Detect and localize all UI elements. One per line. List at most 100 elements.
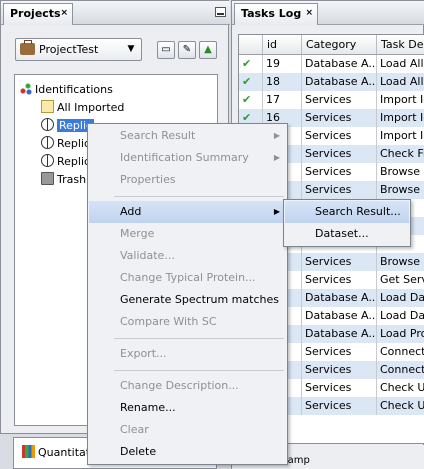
- tab-tasks-log[interactable]: Tasks Log ×: [234, 3, 318, 25]
- chevron-right-icon: ▶: [273, 131, 280, 140]
- menu-item-label: Identification Summary: [120, 151, 249, 164]
- menu-item-label: Properties: [120, 173, 176, 186]
- menu-item-identification-summary[interactable]: Identification Summary ▶: [89, 147, 286, 169]
- menu-item-search-result[interactable]: Search Result ▶: [89, 125, 286, 147]
- document-icon: [41, 100, 54, 113]
- submenu-item-search-result[interactable]: Search Result...: [285, 201, 409, 223]
- tree-node-label: Replic: [57, 137, 91, 150]
- tab-projects[interactable]: Projects ×: [3, 3, 73, 25]
- menu-item-label: Change Description...: [120, 379, 239, 392]
- edit-project-button[interactable]: ✎: [178, 41, 196, 59]
- task-desc-cell: Import Ide: [377, 91, 424, 109]
- id-cell: 19: [263, 55, 302, 73]
- table-row[interactable]: ✔18Database A...Load All Se: [239, 73, 424, 91]
- category-cell: Services: [302, 91, 377, 109]
- new-project-button[interactable]: ▭: [157, 41, 175, 59]
- chevron-right-icon: ▶: [273, 207, 280, 216]
- task-desc-cell: Browse Se: [377, 163, 424, 181]
- menu-item-delete[interactable]: Delete: [89, 441, 286, 463]
- menu-item-label: Merge: [120, 227, 155, 240]
- menu-item-validate[interactable]: Validate...: [89, 245, 286, 267]
- table-row[interactable]: ✔19Database A...Load All Se: [239, 55, 424, 73]
- close-icon[interactable]: ×: [60, 8, 68, 18]
- category-cell: Services: [302, 379, 377, 397]
- menu-item-label: Export...: [120, 347, 167, 360]
- menu-item-label: Delete: [120, 445, 157, 458]
- menu-item-generate-spectrum-matches[interactable]: Generate Spectrum matches: [89, 289, 286, 311]
- category-cell: Services: [302, 361, 377, 379]
- menu-item-change-typical-protein[interactable]: Change Typical Protein...: [89, 267, 286, 289]
- menu-item-change-description[interactable]: Change Description...: [89, 375, 286, 397]
- task-desc-cell: Connectio: [377, 343, 424, 361]
- tree-node-quantitation[interactable]: Quantitat: [22, 444, 90, 461]
- task-desc-cell: Load Data: [377, 307, 424, 325]
- project-select[interactable]: ProjectTest ▼: [15, 38, 142, 61]
- tree-node-trash[interactable]: Trash: [41, 171, 86, 188]
- menu-item-label: Change Typical Protein...: [120, 271, 256, 284]
- tree-node-label: Identifications: [35, 83, 113, 96]
- briefcase-icon: [20, 40, 35, 55]
- tree-node-label: All Imported: [57, 101, 125, 114]
- replicate-icon: [41, 154, 54, 167]
- task-desc-cell: Browse Se: [377, 181, 424, 199]
- pencil-icon: ✎: [182, 44, 192, 55]
- category-cell: Services: [302, 109, 377, 127]
- category-cell: Services: [302, 163, 377, 181]
- category-cell: Database A...: [302, 325, 377, 343]
- task-desc-cell: Import Ide: [377, 109, 424, 127]
- chevron-right-icon: ▶: [273, 153, 280, 162]
- column-header-status[interactable]: [239, 35, 263, 55]
- projects-tab-bar: Projects ×: [1, 1, 230, 25]
- menu-item-rename[interactable]: Rename...: [89, 397, 286, 419]
- menu-separator: [114, 370, 284, 371]
- menu-item-merge[interactable]: Merge: [89, 223, 286, 245]
- tree-node-label: Trash: [57, 173, 87, 186]
- submenu-item-dataset[interactable]: Dataset...: [285, 223, 409, 245]
- identifications-icon: [19, 82, 32, 95]
- new-document-icon: ▭: [161, 44, 171, 55]
- tab-projects-label: Projects: [10, 7, 61, 20]
- menu-separator: [114, 338, 284, 339]
- task-desc-cell: Import Ide: [377, 127, 424, 145]
- add-submenu: Search Result... Dataset...: [283, 199, 411, 247]
- column-header-category[interactable]: Category: [302, 35, 377, 55]
- table-row[interactable]: ✔17ServicesImport Ide: [239, 91, 424, 109]
- tree-node-identifications[interactable]: Identifications: [19, 81, 113, 98]
- tree-node-label: Quantitat: [38, 446, 91, 459]
- status-cell: ✔: [239, 91, 263, 109]
- menu-item-export[interactable]: Export...: [89, 343, 286, 365]
- menu-separator: [114, 196, 284, 197]
- project-select-value: ProjectTest: [39, 43, 99, 56]
- tree-node-replicate[interactable]: Replic: [41, 153, 90, 170]
- upload-button[interactable]: ▲: [199, 41, 217, 59]
- category-cell: Database A...: [302, 55, 377, 73]
- category-cell: Services: [302, 145, 377, 163]
- trash-icon: [41, 172, 54, 185]
- tab-tasks-log-label: Tasks Log: [241, 7, 302, 20]
- menu-item-compare-with-sc[interactable]: Compare With SC: [89, 311, 286, 333]
- menu-item-clear[interactable]: Clear: [89, 419, 286, 441]
- submenu-item-label: Search Result...: [315, 205, 401, 218]
- app-window: Projects × ProjectTest ▼ ▭ ✎ ▲ Identific…: [0, 0, 424, 469]
- task-desc-cell: Browse Se: [377, 253, 424, 271]
- replicate-icon: [41, 136, 54, 149]
- column-header-id[interactable]: id: [263, 35, 302, 55]
- column-header-task-desc[interactable]: Task Desc: [377, 35, 424, 55]
- category-cell: Services: [302, 343, 377, 361]
- category-cell: Services: [302, 253, 377, 271]
- id-cell: 18: [263, 73, 302, 91]
- menu-item-properties[interactable]: Properties: [89, 169, 286, 191]
- context-menu: Search Result ▶ Identification Summary ▶ P…: [87, 123, 288, 465]
- close-icon[interactable]: ×: [305, 8, 313, 18]
- category-cell: Services: [302, 271, 377, 289]
- task-desc-cell: Check File: [377, 145, 424, 163]
- menu-item-label: Compare With SC: [120, 315, 217, 328]
- status-cell: ✔: [239, 73, 263, 91]
- tasks-tab-bar: Tasks Log ×: [232, 1, 424, 25]
- tree-node-replicate[interactable]: Replic: [41, 135, 90, 152]
- minimize-icon[interactable]: [215, 7, 226, 17]
- chevron-down-icon[interactable]: ▼: [123, 41, 139, 58]
- task-desc-cell: Check Use: [377, 397, 424, 415]
- tree-node-all-imported[interactable]: All Imported: [41, 99, 124, 116]
- menu-item-add[interactable]: Add ▶: [89, 201, 286, 223]
